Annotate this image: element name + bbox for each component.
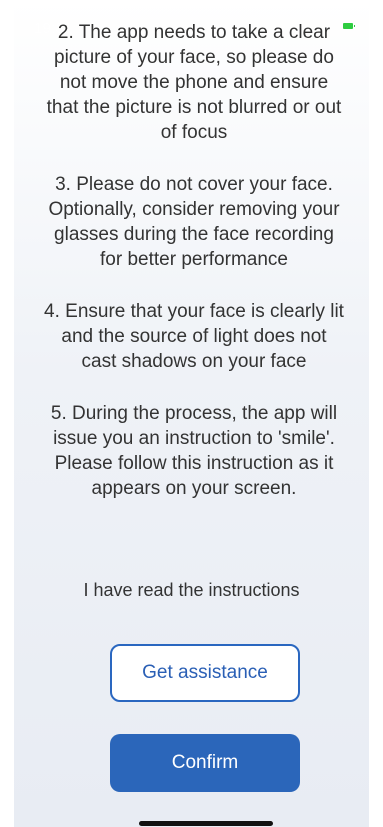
instruction-item: 3. Please do not cover your face. Option… — [48, 174, 340, 270]
instruction-item: 2. The app needs to take a clear picture… — [46, 22, 342, 143]
confirm-button[interactable]: Confirm — [110, 734, 300, 792]
instruction-item: 4. Ensure that your face is clearly lit … — [44, 301, 344, 372]
left-edge — [0, 0, 14, 827]
get-assistance-button[interactable]: Get assistance — [110, 644, 300, 702]
home-indicator[interactable] — [139, 821, 273, 826]
instructions-screen: 19:31 2. The app needs to take a clear p… — [0, 0, 383, 827]
right-edge — [369, 0, 383, 827]
acknowledgement-label: I have read the instructions — [83, 580, 300, 600]
battery-icon — [343, 23, 355, 29]
instruction-item: 5. During the process, the app will issu… — [50, 403, 338, 499]
instructions-list: 2. The app needs to take a clear picture… — [44, 20, 344, 528]
